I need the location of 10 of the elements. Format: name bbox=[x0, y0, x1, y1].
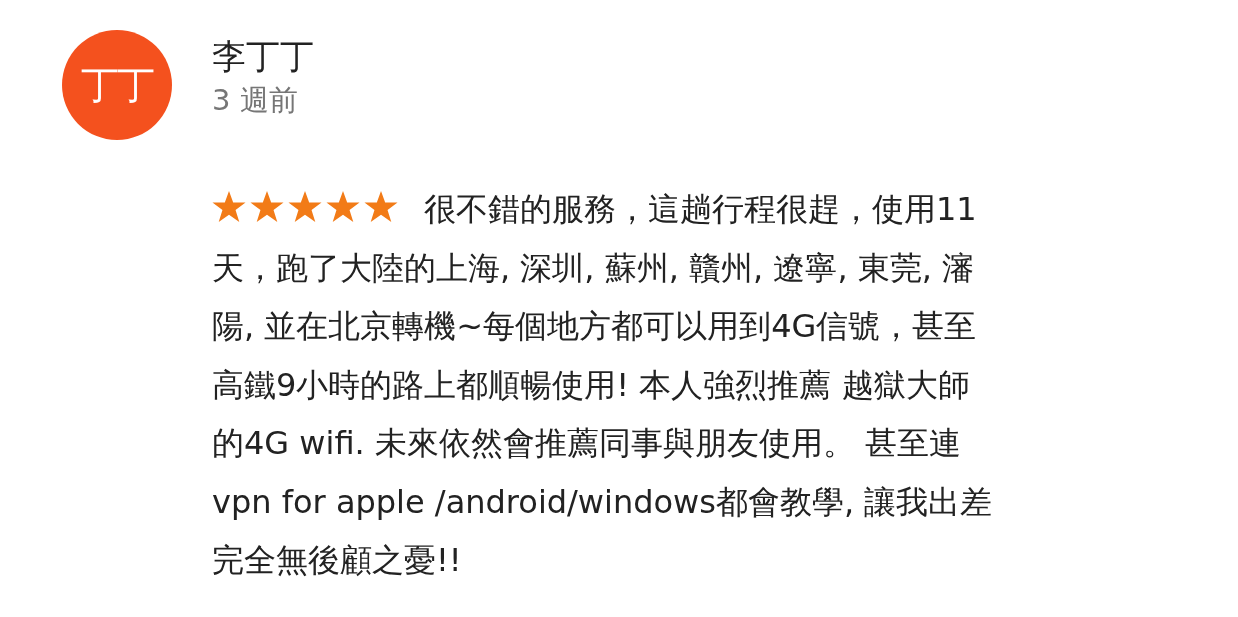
review-text-line: vpn for apple /android/windows都會教學, 讓我出差 bbox=[212, 481, 993, 523]
review-text-line: 天，跑了大陸的上海, 深圳, 蘇州, 贛州, 遼寧, 東莞, 瀋 bbox=[212, 247, 975, 289]
review-text-line: 陽, 並在北京轉機~每個地方都可以用到4G信號，甚至 bbox=[212, 306, 977, 347]
review-time: 3 週前 bbox=[212, 82, 299, 119]
review-text-line: 高鐵9小時的路上都順暢使用! 本人強烈推薦 越獄大師 bbox=[212, 364, 970, 406]
review-text-line: 的4G wifi. 未來依然會推薦同事與朋友使用。 甚至連 bbox=[212, 423, 962, 464]
author-name: 李丁丁 bbox=[212, 35, 314, 78]
avatar: 丁丁 bbox=[62, 30, 172, 140]
review-text-line: 完全無後顧之憂!! bbox=[212, 540, 462, 581]
review-text-line: 很不錯的服務，這趟行程很趕，使用11 bbox=[424, 189, 977, 230]
